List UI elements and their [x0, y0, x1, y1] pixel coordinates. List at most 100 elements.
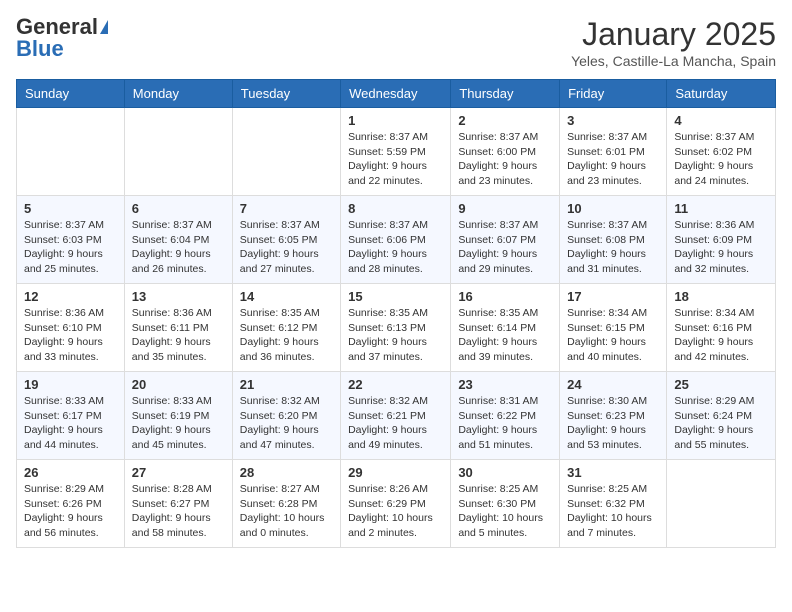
day-number: 18: [674, 289, 768, 304]
day-info: Sunrise: 8:34 AMSunset: 6:15 PMDaylight:…: [567, 306, 659, 365]
day-info: Sunrise: 8:36 AMSunset: 6:11 PMDaylight:…: [132, 306, 225, 365]
day-info: Sunrise: 8:33 AMSunset: 6:17 PMDaylight:…: [24, 394, 117, 453]
header-thursday: Thursday: [451, 80, 560, 108]
day-number: 9: [458, 201, 552, 216]
logo-general: General: [16, 16, 98, 38]
day-info: Sunrise: 8:30 AMSunset: 6:23 PMDaylight:…: [567, 394, 659, 453]
calendar-cell: [667, 460, 776, 548]
day-number: 8: [348, 201, 443, 216]
logo-blue: Blue: [16, 38, 64, 60]
calendar-cell: 6 Sunrise: 8:37 AMSunset: 6:04 PMDaylight…: [124, 196, 232, 284]
day-info: Sunrise: 8:37 AMSunset: 6:04 PMDaylight:…: [132, 218, 225, 277]
header-friday: Friday: [560, 80, 667, 108]
day-info: Sunrise: 8:27 AMSunset: 6:28 PMDaylight:…: [240, 482, 333, 541]
day-number: 26: [24, 465, 117, 480]
day-info: Sunrise: 8:36 AMSunset: 6:09 PMDaylight:…: [674, 218, 768, 277]
day-info: Sunrise: 8:37 AMSunset: 5:59 PMDaylight:…: [348, 130, 443, 189]
calendar-cell: 20Sunrise: 8:33 AMSunset: 6:19 PMDayligh…: [124, 372, 232, 460]
day-number: 31: [567, 465, 659, 480]
day-number: 29: [348, 465, 443, 480]
week-row-1: 5 Sunrise: 8:37 AMSunset: 6:03 PMDaylight…: [17, 196, 776, 284]
page-header: General Blue January 2025 Yeles, Castill…: [16, 16, 776, 69]
calendar-cell: 28Sunrise: 8:27 AMSunset: 6:28 PMDayligh…: [232, 460, 340, 548]
day-number: 5: [24, 201, 117, 216]
header-row: SundayMondayTuesdayWednesdayThursdayFrid…: [17, 80, 776, 108]
day-number: 12: [24, 289, 117, 304]
location-title: Yeles, Castille-La Mancha, Spain: [571, 53, 776, 69]
day-info: Sunrise: 8:28 AMSunset: 6:27 PMDaylight:…: [132, 482, 225, 541]
day-number: 16: [458, 289, 552, 304]
header-sunday: Sunday: [17, 80, 125, 108]
day-info: Sunrise: 8:26 AMSunset: 6:29 PMDaylight:…: [348, 482, 443, 541]
day-number: 22: [348, 377, 443, 392]
day-info: Sunrise: 8:25 AMSunset: 6:30 PMDaylight:…: [458, 482, 552, 541]
day-number: 17: [567, 289, 659, 304]
day-number: 6: [132, 201, 225, 216]
day-info: Sunrise: 8:25 AMSunset: 6:32 PMDaylight:…: [567, 482, 659, 541]
day-info: Sunrise: 8:33 AMSunset: 6:19 PMDaylight:…: [132, 394, 225, 453]
day-number: 7: [240, 201, 333, 216]
day-number: 19: [24, 377, 117, 392]
calendar-cell: 3 Sunrise: 8:37 AMSunset: 6:01 PMDaylight…: [560, 108, 667, 196]
calendar-cell: 31 Sunrise: 8:25 AMSunset: 6:32 PMDayligh…: [560, 460, 667, 548]
day-info: Sunrise: 8:37 AMSunset: 6:05 PMDaylight:…: [240, 218, 333, 277]
calendar-cell: 7 Sunrise: 8:37 AMSunset: 6:05 PMDaylight…: [232, 196, 340, 284]
day-number: 13: [132, 289, 225, 304]
calendar-cell: 25 Sunrise: 8:29 AMSunset: 6:24 PMDayligh…: [667, 372, 776, 460]
day-info: Sunrise: 8:37 AMSunset: 6:01 PMDaylight:…: [567, 130, 659, 189]
title-area: January 2025 Yeles, Castille-La Mancha, …: [571, 16, 776, 69]
calendar-cell: 30 Sunrise: 8:25 AMSunset: 6:30 PMDayligh…: [451, 460, 560, 548]
day-info: Sunrise: 8:32 AMSunset: 6:21 PMDaylight:…: [348, 394, 443, 453]
day-info: Sunrise: 8:37 AMSunset: 6:06 PMDaylight:…: [348, 218, 443, 277]
header-tuesday: Tuesday: [232, 80, 340, 108]
day-info: Sunrise: 8:37 AMSunset: 6:03 PMDaylight:…: [24, 218, 117, 277]
month-title: January 2025: [571, 16, 776, 53]
day-info: Sunrise: 8:35 AMSunset: 6:14 PMDaylight:…: [458, 306, 552, 365]
day-info: Sunrise: 8:29 AMSunset: 6:26 PMDaylight:…: [24, 482, 117, 541]
calendar-cell: 16 Sunrise: 8:35 AMSunset: 6:14 PMDayligh…: [451, 284, 560, 372]
day-number: 23: [458, 377, 552, 392]
day-info: Sunrise: 8:36 AMSunset: 6:10 PMDaylight:…: [24, 306, 117, 365]
calendar-cell: 22 Sunrise: 8:32 AMSunset: 6:21 PMDayligh…: [341, 372, 451, 460]
calendar-cell: 18 Sunrise: 8:34 AMSunset: 6:16 PMDayligh…: [667, 284, 776, 372]
day-number: 1: [348, 113, 443, 128]
day-number: 11: [674, 201, 768, 216]
calendar-table: SundayMondayTuesdayWednesdayThursdayFrid…: [16, 79, 776, 548]
header-saturday: Saturday: [667, 80, 776, 108]
calendar-cell: 8 Sunrise: 8:37 AMSunset: 6:06 PMDaylight…: [341, 196, 451, 284]
calendar-cell: 17 Sunrise: 8:34 AMSunset: 6:15 PMDayligh…: [560, 284, 667, 372]
calendar-cell: 26 Sunrise: 8:29 AMSunset: 6:26 PMDayligh…: [17, 460, 125, 548]
calendar-cell: 19 Sunrise: 8:33 AMSunset: 6:17 PMDayligh…: [17, 372, 125, 460]
week-row-3: 19 Sunrise: 8:33 AMSunset: 6:17 PMDayligh…: [17, 372, 776, 460]
calendar-cell: 14 Sunrise: 8:35 AMSunset: 6:12 PMDayligh…: [232, 284, 340, 372]
day-info: Sunrise: 8:31 AMSunset: 6:22 PMDaylight:…: [458, 394, 552, 453]
calendar-cell: 29 Sunrise: 8:26 AMSunset: 6:29 PMDayligh…: [341, 460, 451, 548]
calendar-cell: 13 Sunrise: 8:36 AMSunset: 6:11 PMDayligh…: [124, 284, 232, 372]
day-number: 14: [240, 289, 333, 304]
calendar-cell: 4Sunrise: 8:37 AMSunset: 6:02 PMDaylight…: [667, 108, 776, 196]
day-number: 10: [567, 201, 659, 216]
day-number: 30: [458, 465, 552, 480]
calendar-cell: 9 Sunrise: 8:37 AMSunset: 6:07 PMDaylight…: [451, 196, 560, 284]
week-row-0: 1 Sunrise: 8:37 AMSunset: 5:59 PMDaylight…: [17, 108, 776, 196]
day-number: 3: [567, 113, 659, 128]
calendar-cell: 10 Sunrise: 8:37 AMSunset: 6:08 PMDayligh…: [560, 196, 667, 284]
day-info: Sunrise: 8:35 AMSunset: 6:12 PMDaylight:…: [240, 306, 333, 365]
day-info: Sunrise: 8:32 AMSunset: 6:20 PMDaylight:…: [240, 394, 333, 453]
week-row-4: 26 Sunrise: 8:29 AMSunset: 6:26 PMDayligh…: [17, 460, 776, 548]
header-monday: Monday: [124, 80, 232, 108]
day-info: Sunrise: 8:34 AMSunset: 6:16 PMDaylight:…: [674, 306, 768, 365]
calendar-cell: 21 Sunrise: 8:32 AMSunset: 6:20 PMDayligh…: [232, 372, 340, 460]
calendar-cell: [124, 108, 232, 196]
calendar-cell: [17, 108, 125, 196]
calendar-cell: [232, 108, 340, 196]
day-info: Sunrise: 8:37 AMSunset: 6:08 PMDaylight:…: [567, 218, 659, 277]
day-number: 21: [240, 377, 333, 392]
week-row-2: 12 Sunrise: 8:36 AMSunset: 6:10 PMDayligh…: [17, 284, 776, 372]
day-info: Sunrise: 8:37 AMSunset: 6:07 PMDaylight:…: [458, 218, 552, 277]
calendar-cell: 11 Sunrise: 8:36 AMSunset: 6:09 PMDayligh…: [667, 196, 776, 284]
day-info: Sunrise: 8:37 AMSunset: 6:02 PMDaylight:…: [674, 130, 768, 189]
logo-icon: [100, 20, 108, 34]
day-number: 25: [674, 377, 768, 392]
day-info: Sunrise: 8:29 AMSunset: 6:24 PMDaylight:…: [674, 394, 768, 453]
